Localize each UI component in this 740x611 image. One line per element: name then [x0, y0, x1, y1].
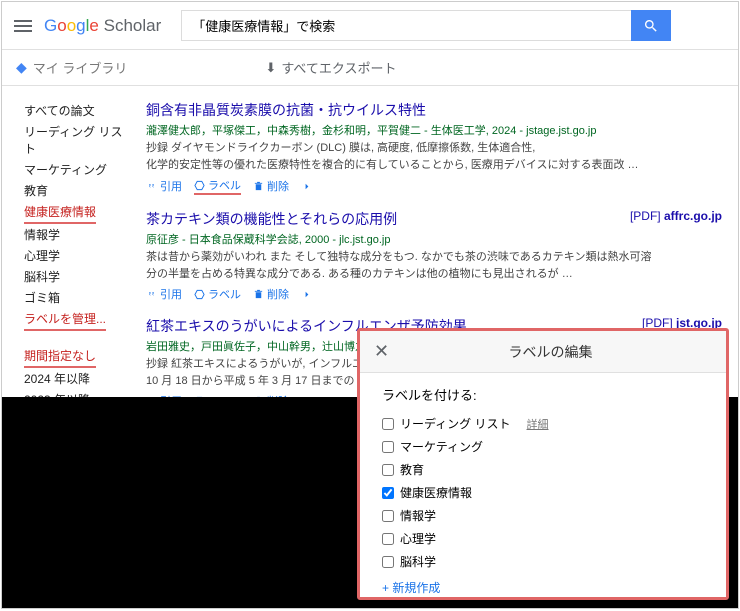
label-action[interactable]: ラベル	[194, 177, 241, 195]
result: [PDF] affrc.go.jp茶カテキン類の機能性とそれらの応用例原征彦 -…	[146, 209, 728, 302]
pdf-link[interactable]: [PDF] affrc.go.jp	[630, 209, 722, 223]
sidebar-item[interactable]: リーディング リスト	[24, 121, 132, 159]
label-name: リーディング リスト	[400, 415, 511, 432]
label-checkbox[interactable]	[382, 464, 394, 476]
label-checkbox[interactable]	[382, 533, 394, 545]
label-name: 健康医療情報	[400, 484, 472, 501]
result-meta: 原征彦 - 日本食品保蔵科学会誌, 2000 - jlc.jst.go.jp	[146, 231, 728, 247]
label-row[interactable]: 健康医療情報	[382, 481, 704, 504]
library-icon: ◆	[16, 59, 27, 76]
modal-title: ラベルの編集	[389, 342, 712, 362]
label-checkbox[interactable]	[382, 487, 394, 499]
label-checkbox[interactable]	[382, 441, 394, 453]
sidebar-item[interactable]: 脳科学	[24, 266, 60, 287]
result: 銅含有非晶質炭素膜の抗菌・抗ウイルス特性瀧澤健太郎，平塚傑工，中森秀樹，金杉和明…	[146, 100, 728, 195]
result-actions: 引用ラベル削除	[146, 177, 728, 195]
library-title: ◆マイ ライブラリ	[16, 58, 127, 77]
label-row[interactable]: 教育	[382, 458, 704, 481]
label-name: 心理学	[400, 530, 436, 547]
delete-action[interactable]: 削除	[253, 177, 289, 195]
label-name: マーケティング	[400, 438, 483, 455]
label-row[interactable]: 脳科学	[382, 550, 704, 573]
search-input[interactable]	[181, 10, 631, 41]
hamburger-menu[interactable]	[14, 20, 32, 32]
sidebar-item[interactable]: すべての論文	[24, 100, 95, 121]
search-icon	[643, 18, 659, 34]
label-checkbox[interactable]	[382, 418, 394, 430]
result-snippet: 茶は昔から薬効がいわれ また そして独特な成分をもつ. なかでも茶の渋味であるカ…	[146, 249, 728, 266]
more-action[interactable]	[301, 177, 312, 195]
sidebar-date-item[interactable]: 2024 年以降	[24, 368, 90, 389]
label-action[interactable]: ラベル	[194, 286, 241, 302]
new-label-button[interactable]: + 新規作成	[382, 579, 704, 596]
sidebar-item[interactable]: 情報学	[24, 224, 60, 245]
export-all[interactable]: ⬇すべてエクスポート	[265, 58, 396, 77]
result-snippet: 分の半量を占める特異な成分である. ある種のカテキンは他の植物にも見出されるが …	[146, 266, 728, 283]
label-checkbox[interactable]	[382, 510, 394, 522]
result-actions: 引用ラベル削除	[146, 286, 728, 302]
result-snippet: 抄録 ダイヤモンドライクカーボン (DLC) 膜は, 高硬度, 低摩擦係数, 生…	[146, 140, 728, 157]
logo-text: Scholar	[104, 16, 162, 35]
modal-subtitle: ラベルを付ける:	[382, 385, 704, 404]
label-checkbox[interactable]	[382, 556, 394, 568]
result-meta: 瀧澤健太郎，平塚傑工，中森秀樹，金杉和明，平賀健二 - 生体医工学, 2024 …	[146, 122, 728, 138]
label-row[interactable]: リーディング リスト詳細	[382, 412, 704, 435]
logo: Google Scholar	[44, 16, 161, 36]
more-action[interactable]	[301, 286, 312, 302]
label-row[interactable]: マーケティング	[382, 435, 704, 458]
sidebar-item[interactable]: ゴミ箱	[24, 287, 60, 308]
detail-link[interactable]: 詳細	[527, 416, 549, 432]
sidebar-date-header[interactable]: 期間指定なし	[24, 345, 96, 368]
cite-action[interactable]: 引用	[146, 286, 182, 302]
label-name: 脳科学	[400, 553, 436, 570]
result-snippet: 化学的安定性等の優れた医療特性を複合的に有していることから, 医療用デバイスに対…	[146, 157, 728, 174]
label-name: 教育	[400, 461, 424, 478]
label-row[interactable]: 心理学	[382, 527, 704, 550]
label-edit-modal: ✕ ラベルの編集 ラベルを付ける: リーディング リスト詳細マーケティング教育健…	[357, 328, 729, 600]
sidebar-item[interactable]: 教育	[24, 180, 48, 201]
label-row[interactable]: 情報学	[382, 504, 704, 527]
close-icon[interactable]: ✕	[374, 341, 389, 362]
result-title[interactable]: 銅含有非晶質炭素膜の抗菌・抗ウイルス特性	[146, 100, 728, 120]
sidebar-item[interactable]: マーケティング	[24, 159, 107, 180]
download-icon: ⬇	[265, 60, 276, 76]
label-name: 情報学	[400, 507, 436, 524]
sidebar-item[interactable]: 健康医療情報	[24, 201, 96, 224]
delete-action[interactable]: 削除	[253, 286, 289, 302]
sidebar-item[interactable]: 心理学	[24, 245, 60, 266]
search-button[interactable]	[631, 10, 671, 41]
cite-action[interactable]: 引用	[146, 177, 182, 195]
sidebar-item[interactable]: ラベルを管理...	[24, 308, 106, 331]
